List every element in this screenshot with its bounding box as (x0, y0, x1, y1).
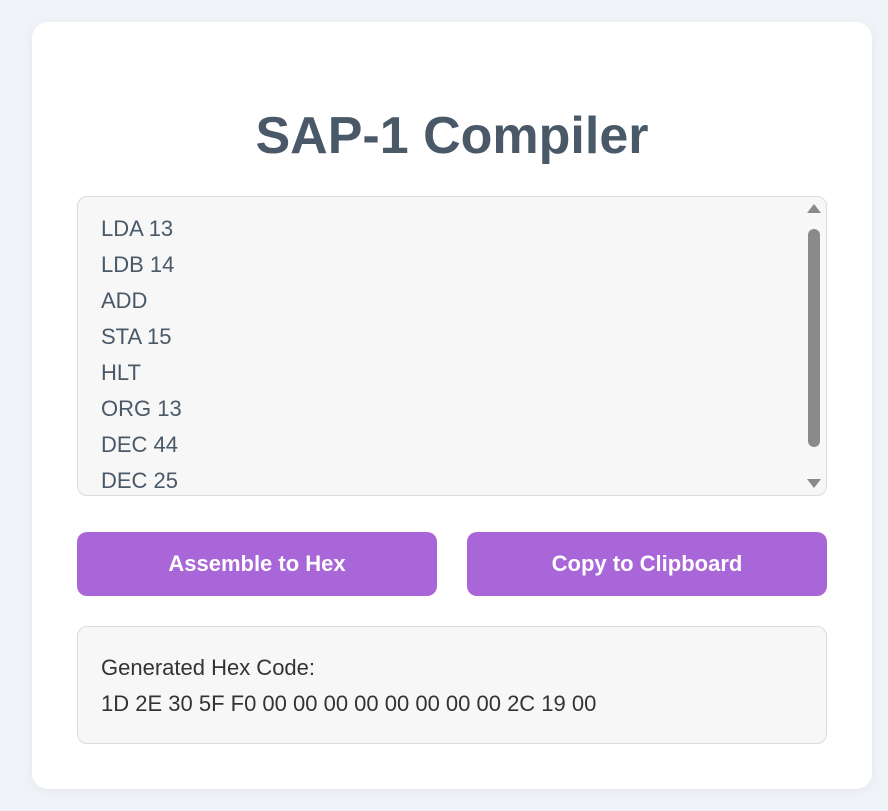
code-line: ADD (101, 288, 148, 313)
code-lines: LDA 13 LDB 14 ADD STA 15 HLT ORG 13 DEC … (101, 211, 182, 495)
code-line: DEC 44 (101, 432, 179, 457)
hex-output-panel: Generated Hex Code: 1D 2E 30 5F F0 00 00… (77, 626, 827, 744)
hex-output-label: Generated Hex Code: (101, 655, 316, 680)
compiler-card: SAP-1 Compiler LDA 13 LDB 14 ADD STA 15 … (32, 22, 872, 789)
scroll-up-arrow-icon[interactable] (807, 204, 821, 213)
code-editor[interactable]: LDA 13 LDB 14 ADD STA 15 HLT ORG 13 DEC … (77, 196, 827, 496)
code-line: LDB 14 (101, 252, 175, 277)
code-line: ORG 13 (101, 396, 182, 421)
scroll-thumb[interactable] (808, 229, 820, 447)
hex-output-value: 1D 2E 30 5F F0 00 00 00 00 00 00 00 00 2… (101, 691, 597, 716)
copy-to-clipboard-button[interactable]: Copy to Clipboard (467, 532, 827, 596)
code-line: LDA 13 (101, 216, 174, 241)
code-line: STA 15 (101, 324, 172, 349)
assemble-button[interactable]: Assemble to Hex (77, 532, 437, 596)
code-line: HLT (101, 360, 141, 385)
scroll-down-arrow-icon[interactable] (807, 479, 821, 488)
code-line: DEC 25 (101, 468, 179, 493)
page-title: SAP-1 Compiler (255, 107, 649, 165)
editor-scrollbar[interactable] (802, 197, 826, 495)
